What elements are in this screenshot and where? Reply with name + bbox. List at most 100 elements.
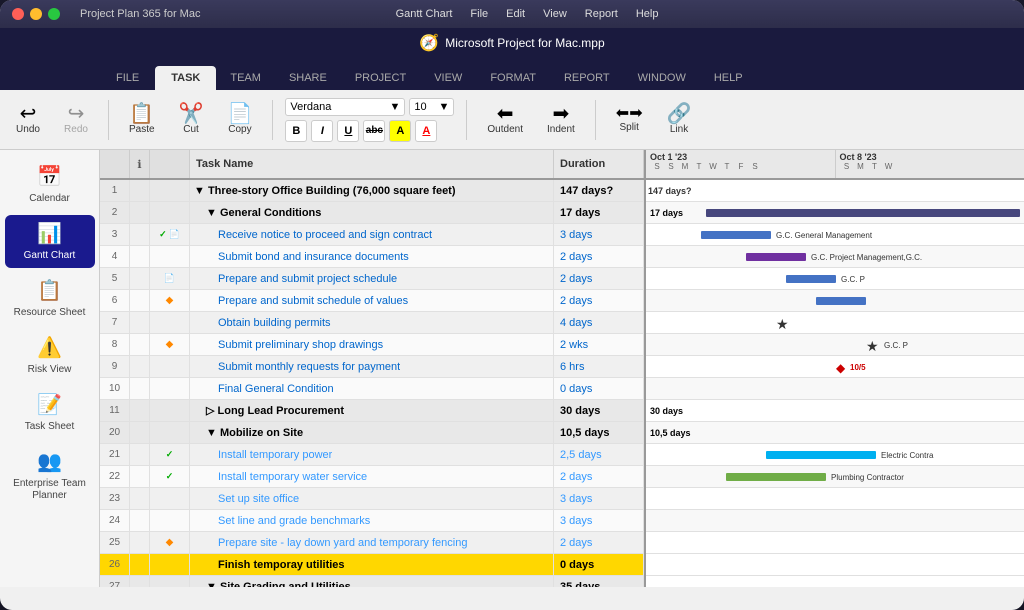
copy-button[interactable]: 📄 Copy: [219, 100, 260, 139]
size-selector[interactable]: 10 ▼: [409, 98, 454, 116]
col-header-num: [100, 150, 130, 178]
strikethrough-button[interactable]: abc: [363, 120, 385, 142]
milestone-icon: ★: [866, 338, 879, 355]
table-row[interactable]: 4 Submit bond and insurance documents 2 …: [100, 246, 644, 268]
menu-file[interactable]: File: [470, 8, 488, 20]
cell-flags: [150, 576, 190, 587]
table-row[interactable]: 26 Finish temporay utilities 0 days: [100, 554, 644, 576]
gantt-row: Electric Contra: [646, 444, 1024, 466]
bold-button[interactable]: B: [285, 120, 307, 142]
cell-name: ▼ Site Grading and Utilities: [190, 576, 554, 587]
cell-name: Set line and grade benchmarks: [190, 510, 554, 531]
table-row[interactable]: 3 ✓ 📄 Receive notice to proceed and sign…: [100, 224, 644, 246]
tab-file[interactable]: FILE: [100, 66, 155, 90]
cell-name: Submit preliminary shop drawings: [190, 334, 554, 355]
cell-name: ▼ Mobilize on Site: [190, 422, 554, 443]
tab-help[interactable]: HELP: [700, 66, 757, 90]
gantt-row: [646, 510, 1024, 532]
table-row[interactable]: 11 ▷ Long Lead Procurement 30 days: [100, 400, 644, 422]
table-row[interactable]: 22 ✓ Install temporary water service 2 d…: [100, 466, 644, 488]
sidebar-item-task[interactable]: 📝 Task Sheet: [5, 386, 95, 439]
task-icon: 📝: [37, 392, 62, 417]
font-row-2: B I U abc A A: [285, 120, 454, 142]
menu-view[interactable]: View: [543, 8, 567, 20]
diamond-icon: ◆: [166, 339, 174, 350]
tab-task[interactable]: TASK: [155, 66, 216, 90]
cell-info: [130, 268, 150, 289]
highlight-button[interactable]: A: [389, 120, 411, 142]
gantt-row: 10,5 days: [646, 422, 1024, 444]
cell-row-num: 25: [100, 532, 130, 553]
menu-report[interactable]: Report: [585, 8, 618, 20]
cell-name: Prepare site - lay down yard and tempora…: [190, 532, 554, 553]
outdent-button[interactable]: ⬅ Outdent: [479, 100, 531, 139]
table-row[interactable]: 24 Set line and grade benchmarks 3 days: [100, 510, 644, 532]
cell-name: Obtain building permits: [190, 312, 554, 333]
sidebar-item-resource[interactable]: 📋 Resource Sheet: [5, 272, 95, 325]
tab-format[interactable]: FORMAT: [476, 66, 550, 90]
table-row[interactable]: 2 ▼ General Conditions 17 days: [100, 202, 644, 224]
menu-help[interactable]: Help: [636, 8, 659, 20]
title-bar: Project Plan 365 for Mac Gantt Chart Fil…: [0, 0, 1024, 28]
menu-edit[interactable]: Edit: [506, 8, 525, 20]
table-row[interactable]: 8 ◆ Submit preliminary shop drawings 2 w…: [100, 334, 644, 356]
table-row[interactable]: 10 Final General Condition 0 days: [100, 378, 644, 400]
cell-duration: 2 days: [554, 268, 644, 289]
paste-button[interactable]: 📋 Paste: [121, 100, 163, 139]
table-row[interactable]: 9 Submit monthly requests for payment 6 …: [100, 356, 644, 378]
font-color-button[interactable]: A: [415, 120, 437, 142]
sidebar-item-enterprise[interactable]: 👥 Enterprise Team Planner: [5, 443, 95, 508]
cell-name: Final General Condition: [190, 378, 554, 399]
undo-button[interactable]: ↩ Undo: [8, 100, 48, 139]
tab-project[interactable]: PROJECT: [341, 66, 420, 90]
cell-flags: ◆: [150, 334, 190, 355]
content-area: ℹ Task Name Duration 1: [100, 150, 1024, 587]
tab-team[interactable]: TEAM: [216, 66, 275, 90]
cell-flags: [150, 510, 190, 531]
italic-button[interactable]: I: [311, 120, 333, 142]
table-row[interactable]: 25 ◆ Prepare site - lay down yard and te…: [100, 532, 644, 554]
font-selector[interactable]: Verdana ▼: [285, 98, 405, 116]
gantt-bar: [746, 253, 806, 261]
app-name: Project Plan 365 for Mac: [80, 8, 200, 20]
gantt-row: ◆ 10/5: [646, 356, 1024, 378]
gantt-row: 147 days?: [646, 180, 1024, 202]
table-row[interactable]: 7 Obtain building permits 4 days: [100, 312, 644, 334]
table-row[interactable]: 1 ▼ Three-story Office Building (76,000 …: [100, 180, 644, 202]
minimize-button[interactable]: [30, 8, 42, 20]
table-row[interactable]: 6 ◆ Prepare and submit schedule of value…: [100, 290, 644, 312]
close-button[interactable]: [12, 8, 24, 20]
cell-info: [130, 422, 150, 443]
cell-row-num: 20: [100, 422, 130, 443]
indent-button[interactable]: ➡ Indent: [539, 100, 583, 139]
undo-label: Undo: [16, 124, 40, 135]
tab-report[interactable]: REPORT: [550, 66, 624, 90]
table-row[interactable]: 20 ▼ Mobilize on Site 10,5 days: [100, 422, 644, 444]
table-row[interactable]: 27 ▼ Site Grading and Utilities 35 days: [100, 576, 644, 587]
copy-icon: 📄: [227, 104, 252, 124]
cell-duration: 2 days: [554, 466, 644, 487]
split-button[interactable]: ⬅➡ Split: [608, 102, 651, 137]
paste-icon: 📋: [129, 104, 154, 124]
gantt-row: [646, 488, 1024, 510]
link-button[interactable]: 🔗 Link: [659, 100, 700, 139]
table-row[interactable]: 5 📄 Prepare and submit project schedule …: [100, 268, 644, 290]
table-row[interactable]: 23 Set up site office 3 days: [100, 488, 644, 510]
cut-button[interactable]: ✂️ Cut: [171, 100, 212, 139]
gantt-bar: [726, 473, 826, 481]
sidebar-item-risk[interactable]: ⚠️ Risk View: [5, 329, 95, 382]
cell-row-num: 1: [100, 180, 130, 201]
redo-button[interactable]: ↪ Redo: [56, 100, 96, 139]
size-dropdown-icon: ▼: [439, 101, 450, 113]
separator-4: [595, 100, 596, 140]
table-row[interactable]: 21 ✓ Install temporary power 2,5 days: [100, 444, 644, 466]
tab-window[interactable]: WINDOW: [624, 66, 700, 90]
tab-view[interactable]: VIEW: [420, 66, 476, 90]
tab-share[interactable]: SHARE: [275, 66, 341, 90]
traffic-lights: [12, 8, 60, 20]
sidebar-item-calendar[interactable]: 📅 Calendar: [5, 158, 95, 211]
maximize-button[interactable]: [48, 8, 60, 20]
menu-gantt-chart[interactable]: Gantt Chart: [396, 8, 453, 20]
underline-button[interactable]: U: [337, 120, 359, 142]
sidebar-item-gantt[interactable]: 📊 Gantt Chart: [5, 215, 95, 268]
